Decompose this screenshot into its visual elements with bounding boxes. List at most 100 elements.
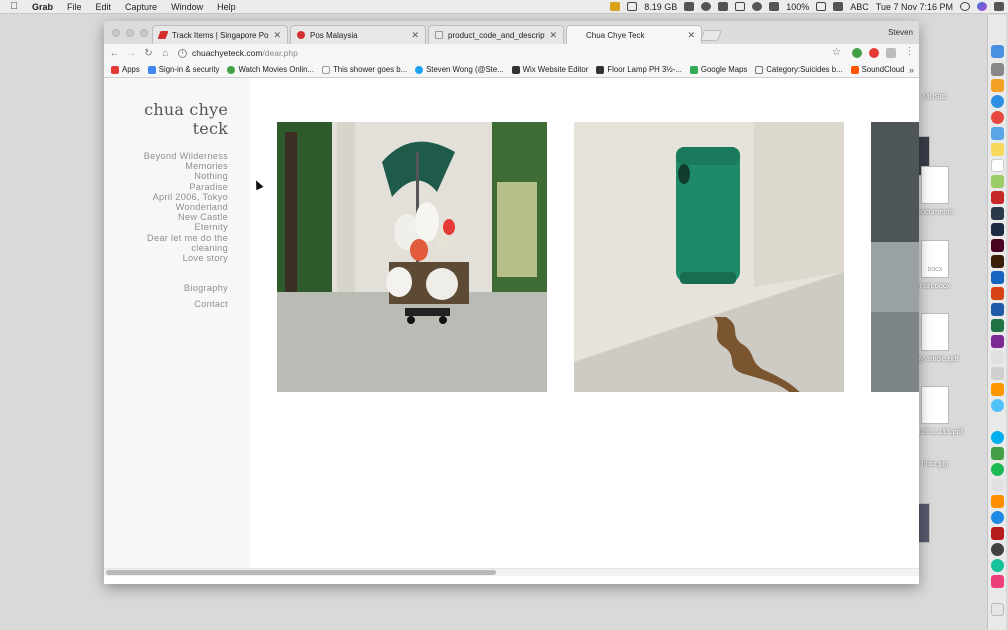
volume-icon[interactable]	[769, 2, 780, 11]
wifi-icon[interactable]	[752, 2, 763, 11]
photoshop-icon[interactable]	[991, 223, 1004, 236]
close-tab-icon[interactable]: ✕	[273, 30, 281, 41]
home-icon[interactable]: ⌂	[157, 48, 174, 59]
nav-contact[interactable]: Contact	[104, 297, 228, 313]
nav-biography[interactable]: Biography	[104, 281, 228, 297]
lightroom-icon[interactable]	[991, 207, 1004, 220]
forward-icon[interactable]: →	[123, 48, 140, 59]
zoom-window-button[interactable]	[140, 29, 148, 37]
extension-red-icon[interactable]	[869, 48, 879, 58]
menu-window[interactable]: Window	[164, 2, 210, 12]
status-app-icon[interactable]	[610, 2, 621, 11]
onenote-icon[interactable]	[991, 335, 1004, 348]
close-window-button[interactable]	[112, 29, 120, 37]
messages-icon[interactable]	[991, 399, 1004, 412]
scrollbar-thumb[interactable]	[106, 570, 496, 575]
gallery-photo-partial[interactable]	[871, 122, 919, 392]
tab-singapore-post[interactable]: Track Items | Singapore Post ✕	[152, 25, 288, 44]
ibooks-icon[interactable]	[991, 495, 1004, 508]
menu-help[interactable]: Help	[210, 2, 243, 12]
app-icon[interactable]	[991, 383, 1004, 396]
extension-shield-icon[interactable]	[886, 48, 896, 58]
clock[interactable]: Tue 7 Nov 7:16 PM	[876, 2, 953, 12]
nav-wonderland[interactable]: Wonderland	[104, 202, 228, 212]
nav-memories[interactable]: Memories	[104, 161, 228, 171]
nav-april-2006-tokyo[interactable]: April 2006, Tokyo	[104, 192, 228, 202]
back-icon[interactable]: ←	[106, 48, 123, 59]
airplay-icon[interactable]	[735, 2, 746, 11]
battery-icon[interactable]	[816, 2, 827, 11]
close-tab-icon[interactable]: ✕	[411, 30, 419, 41]
notes-icon[interactable]	[991, 143, 1004, 156]
notification-center-icon[interactable]	[994, 2, 1004, 11]
bookmark-star-icon[interactable]: ☆	[832, 47, 841, 58]
bookmark-floor-lamp[interactable]: Floor Lamp PH 3½-...	[596, 65, 682, 74]
chrome-icon[interactable]	[991, 111, 1004, 124]
bookmark-sign-in[interactable]: Sign-in & security	[147, 65, 219, 74]
app-icon[interactable]	[991, 367, 1004, 380]
tab-pos-malaysia[interactable]: Pos Malaysia ✕	[290, 25, 426, 44]
trash-icon[interactable]	[991, 603, 1004, 616]
app-icon[interactable]	[991, 79, 1004, 92]
bookmark-wikipedia[interactable]: Category:Suicides b...	[755, 65, 843, 74]
bookmark-movies[interactable]: Watch Movies Onlin...	[227, 65, 314, 74]
bookmark-google-maps[interactable]: Google Maps	[689, 65, 747, 74]
grammarly-icon[interactable]	[991, 559, 1004, 572]
minimize-window-button[interactable]	[126, 29, 134, 37]
nav-nothing[interactable]: Nothing	[104, 171, 228, 181]
finder-icon[interactable]	[991, 45, 1004, 58]
menu-edit[interactable]: Edit	[89, 2, 119, 12]
siri-icon[interactable]	[977, 2, 987, 11]
close-tab-icon[interactable]: ✕	[549, 30, 557, 41]
skype-icon[interactable]	[991, 431, 1004, 444]
spotlight-icon[interactable]	[960, 2, 970, 11]
apple-menu-icon[interactable]: 	[0, 1, 28, 12]
nav-paradise[interactable]: Paradise	[104, 182, 228, 192]
horizontal-scrollbar[interactable]	[104, 568, 919, 576]
powerpoint-icon[interactable]	[991, 287, 1004, 300]
profile-name[interactable]: Steven	[888, 28, 913, 37]
input-source-label[interactable]: ABC	[850, 2, 869, 12]
reload-icon[interactable]: ↻	[140, 48, 157, 59]
itunes-icon[interactable]	[991, 479, 1004, 492]
tab-chua-chye-teck[interactable]: Chua Chye Teck ✕	[566, 25, 702, 44]
spotify-icon[interactable]	[991, 463, 1004, 476]
word-icon[interactable]	[991, 303, 1004, 316]
nav-love-story[interactable]: Love story	[104, 253, 228, 263]
bookmark-apps[interactable]: Apps	[111, 65, 140, 74]
battery-percent[interactable]: 100%	[786, 2, 809, 12]
nav-dear-let-me-do-the[interactable]: Dear let me do the	[104, 233, 228, 243]
gallery-photo-cart[interactable]	[277, 122, 547, 392]
address-bar[interactable]: i chuachyeteck.com/dear.php	[178, 46, 843, 60]
memory-readout[interactable]: 8.19 GB	[644, 2, 677, 12]
app-icon[interactable]	[991, 191, 1004, 204]
app-store-icon[interactable]	[991, 511, 1004, 524]
menu-capture[interactable]: Capture	[118, 2, 164, 12]
mail-icon[interactable]	[991, 127, 1004, 140]
app-icon[interactable]	[991, 543, 1004, 556]
new-tab-button[interactable]	[699, 30, 723, 41]
lock-icon[interactable]	[684, 2, 695, 11]
close-tab-icon[interactable]: ✕	[687, 30, 695, 41]
menu-app-name[interactable]: Grab	[28, 2, 60, 12]
nav-cleaning[interactable]: cleaning	[104, 243, 228, 253]
calendar-icon[interactable]	[991, 159, 1004, 172]
cloud-icon[interactable]	[701, 2, 712, 11]
bookmarks-overflow-icon[interactable]: »	[909, 65, 914, 75]
bookmark-shower[interactable]: This shower goes b...	[322, 65, 407, 74]
memory-icon[interactable]	[627, 2, 638, 11]
time-machine-icon[interactable]	[718, 2, 729, 11]
gallery-photo-bin[interactable]	[574, 122, 844, 392]
safari-icon[interactable]	[991, 95, 1004, 108]
outlook-icon[interactable]	[991, 271, 1004, 284]
menu-file[interactable]: File	[60, 2, 89, 12]
app-icon[interactable]	[991, 351, 1004, 364]
facetime-icon[interactable]	[991, 447, 1004, 460]
tab-product-code[interactable]: product_code_and_description ✕	[428, 25, 564, 44]
app-icon[interactable]	[991, 527, 1004, 540]
launchpad-icon[interactable]	[991, 63, 1004, 76]
indesign-icon[interactable]	[991, 239, 1004, 252]
photos-icon[interactable]	[991, 175, 1004, 188]
app-icon[interactable]	[991, 575, 1004, 588]
nav-eternity[interactable]: Eternity	[104, 222, 228, 232]
